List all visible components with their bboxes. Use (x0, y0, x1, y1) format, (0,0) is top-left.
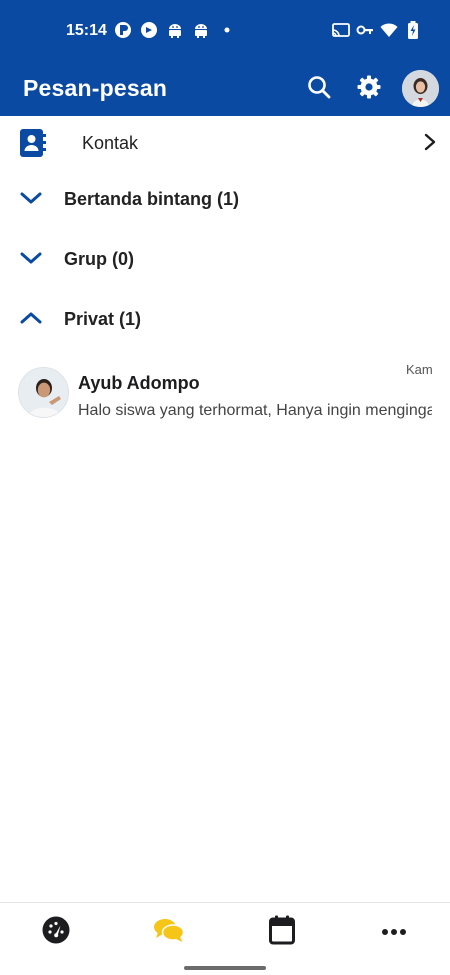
contacts-book-icon (20, 129, 46, 157)
vpn-key-icon (356, 21, 374, 39)
dashboard-icon (41, 915, 71, 950)
sender-avatar (18, 367, 69, 418)
search-icon (306, 74, 332, 105)
bottom-navigation (0, 902, 450, 975)
message-time: Kam (406, 362, 432, 377)
status-system-icons (332, 21, 422, 39)
contacts-label: Kontak (82, 133, 139, 153)
nav-messages[interactable] (149, 915, 189, 949)
battery-charging-icon (404, 21, 422, 39)
section-starred[interactable]: Bertanda bintang (1) (0, 170, 450, 228)
nav-more[interactable] (374, 915, 414, 949)
page-title: Pesan-pesan (23, 75, 168, 101)
section-private-label: Privat (1) (64, 309, 142, 329)
nav-calendar[interactable] (262, 915, 302, 949)
more-icon (381, 923, 407, 941)
status-bar: 15:14 (0, 0, 450, 62)
chevron-down-icon (20, 191, 42, 210)
section-private[interactable]: Privat (1) (0, 290, 450, 348)
calendar-icon (269, 915, 295, 950)
message-list-item[interactable]: Ayub Adompo Kam Halo siswa yang terhorma… (0, 355, 450, 433)
message-preview: Halo siswa yang terhormat, Hanya ingin m… (78, 402, 432, 419)
section-groups-label: Grup (0) (64, 249, 134, 269)
contacts-row[interactable]: Kontak (0, 116, 450, 170)
status-notification-icons (114, 21, 236, 39)
section-starred-label: Bertanda bintang (1) (64, 189, 240, 209)
cast-icon (332, 21, 350, 39)
chevron-down-icon (20, 251, 42, 270)
profile-avatar[interactable] (402, 70, 439, 107)
refresh-icon (140, 21, 158, 39)
wifi-icon (380, 21, 398, 39)
status-time: 15:14 (66, 22, 107, 39)
chevron-right-icon (424, 133, 436, 156)
dot-icon (218, 21, 236, 39)
app-bar: Pesan-pesan (0, 62, 450, 116)
section-groups[interactable]: Grup (0) (0, 230, 450, 288)
gesture-handle (184, 966, 266, 970)
sync-icon (114, 21, 132, 39)
android-icon (166, 21, 184, 39)
android-icon (192, 21, 210, 39)
chevron-up-icon (20, 311, 42, 330)
search-button[interactable] (302, 72, 336, 106)
messages-icon (153, 917, 185, 948)
settings-button[interactable] (352, 72, 386, 106)
sender-name: Ayub Adompo (78, 373, 200, 393)
settings-icon (356, 74, 382, 105)
nav-dashboard[interactable] (36, 915, 76, 949)
